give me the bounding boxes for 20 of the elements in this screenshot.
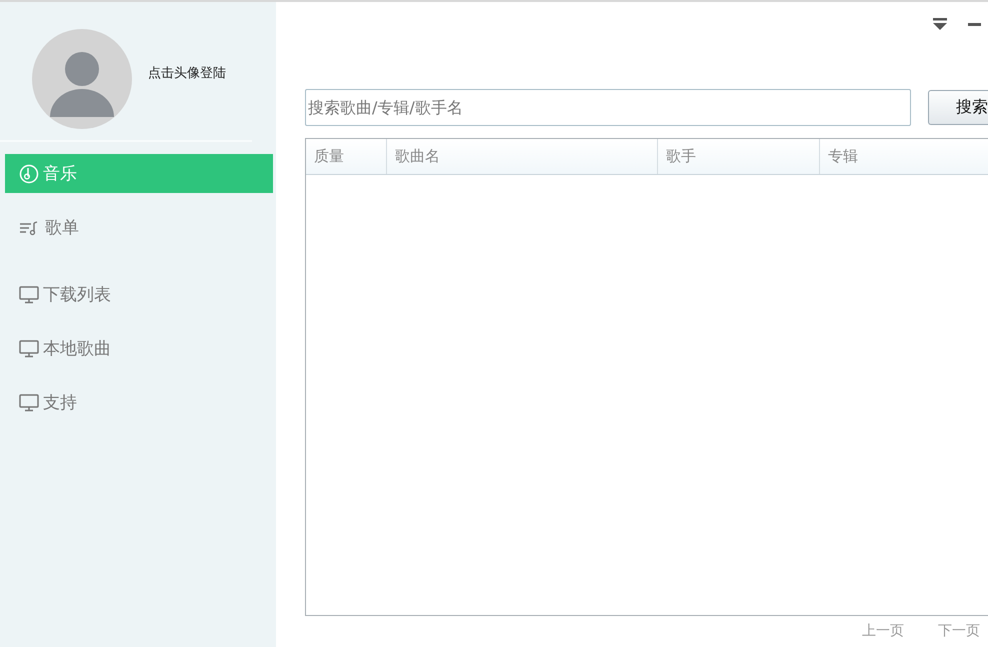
avatar[interactable]: [32, 29, 132, 129]
monitor-icon: [19, 340, 39, 358]
search-field[interactable]: 搜索歌曲/专辑/歌手名: [305, 89, 911, 126]
monitor-icon: [19, 286, 39, 304]
column-header[interactable]: 歌曲名: [386, 139, 657, 174]
sidebar-item[interactable]: 支持: [5, 383, 273, 422]
column-header[interactable]: 歌手: [657, 139, 819, 174]
search-button[interactable]: 搜索: [928, 90, 988, 125]
sidebar-item[interactable]: 本地歌曲: [5, 329, 273, 368]
music-note-icon: [19, 164, 39, 184]
column-header[interactable]: 质量: [306, 139, 386, 174]
sidebar-item[interactable]: 音乐: [5, 154, 273, 193]
sidebar-item[interactable]: 歌单: [5, 208, 273, 247]
login-hint: 点击头像登陆: [148, 65, 226, 82]
dropdown-icon[interactable]: [932, 16, 948, 32]
next-page-link[interactable]: 下一页: [938, 622, 980, 640]
prev-page-link[interactable]: 上一页: [862, 622, 904, 640]
sidebar-item[interactable]: 下载列表: [5, 275, 273, 314]
column-header[interactable]: 专辑: [819, 139, 988, 174]
monitor-icon: [19, 394, 39, 412]
